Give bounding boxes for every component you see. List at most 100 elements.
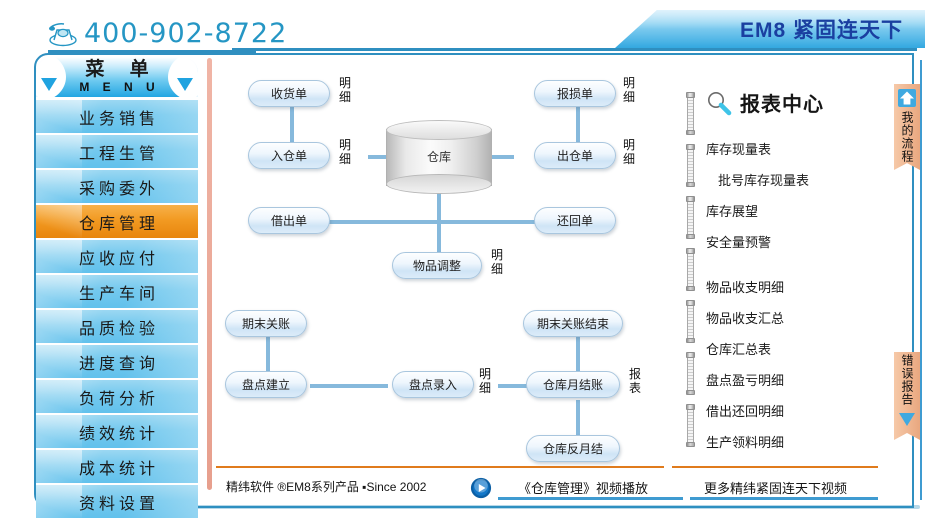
bolt-nut xyxy=(686,286,695,291)
right-tab-error-report[interactable]: 错误报告 xyxy=(894,352,920,440)
sidebar-item-1[interactable]: 工程生管 xyxy=(36,135,198,168)
bolt-icon xyxy=(686,300,695,343)
flow-node-cang-ku-fan-yue-jie[interactable]: 仓库反月结 xyxy=(526,435,620,462)
right-tab-error-report-label: 错误报告 xyxy=(900,354,914,406)
report-item-g1-0[interactable]: 库存现量表 xyxy=(706,139,886,158)
sidebar-divider xyxy=(207,58,212,490)
bolt-icon xyxy=(686,144,695,187)
app-root: 400-902-8722 EM8 紧固连天下 菜 单 M E N U 业务销售工… xyxy=(0,0,925,529)
flow-node-wu-pin-tiao-zheng[interactable]: 物品调整 xyxy=(392,252,482,279)
sidebar-item-2[interactable]: 采购委外 xyxy=(36,170,198,203)
detail-label-ru-cang-dan: 明细 xyxy=(338,138,351,166)
bolt-shank xyxy=(687,202,694,234)
sidebar-item-label: 成本统计 xyxy=(78,460,159,478)
flow-node-pan-dian-jian-li[interactable]: 盘点建立 xyxy=(225,371,307,398)
sidebar-item-8[interactable]: 负荷分析 xyxy=(36,380,198,413)
flow-diagram: 仓库 收货单 入仓单 报损单 出仓单 借出单 还回单 物品调整 期末关账 期末关… xyxy=(220,60,682,462)
detail-label-pan-dian-lu-ru: 明细 xyxy=(478,367,491,395)
sidebar-item-7[interactable]: 进度查询 xyxy=(36,345,198,378)
sidebar-item-4[interactable]: 应收应付 xyxy=(36,240,198,273)
report-item-g2-5[interactable]: 生产领料明细 xyxy=(706,432,886,451)
footer-rule-right xyxy=(672,466,878,468)
video-play-link[interactable]: 《仓库管理》视频播放 xyxy=(518,478,648,497)
connector-yuejie-fanyuejie xyxy=(576,400,580,438)
bolt-nut xyxy=(686,182,695,187)
bolt-shank xyxy=(687,254,694,286)
right-tab-my-flow[interactable]: 我的流程 xyxy=(894,84,920,170)
cylinder-label: 仓库 xyxy=(426,150,451,164)
bolt-shank xyxy=(687,150,694,182)
sidebar-header-en: M E N U xyxy=(79,80,160,94)
sidebar-header: 菜 单 M E N U xyxy=(36,57,198,97)
footer-rule-left xyxy=(216,466,664,468)
bolt-icon xyxy=(686,248,695,291)
detail-label-chu-cang-dan: 明细 xyxy=(622,138,635,166)
flow-node-qi-mo-guan-zhang-jie-shu[interactable]: 期末关账结束 xyxy=(523,310,623,337)
sidebar-header-text: 菜 单 M E N U xyxy=(36,57,198,94)
flow-node-huan-hui-dan[interactable]: 还回单 xyxy=(534,207,616,234)
cylinder-top xyxy=(386,120,492,140)
sidebar-item-label: 生产车间 xyxy=(78,285,159,303)
brand-banner: EM8 紧固连天下 xyxy=(615,10,925,48)
sidebar-item-label: 采购委外 xyxy=(78,180,159,198)
sidebar-menu-list: 业务销售工程生管采购委外仓库管理 应收应付生产车间品质检验进度查询负荷分析绩效统计… xyxy=(36,100,198,518)
banner-title: EM8 紧固连天下 xyxy=(739,19,903,42)
report-list-gap xyxy=(706,263,886,277)
bolt-nut xyxy=(686,234,695,239)
sidebar-item-5[interactable]: 生产车间 xyxy=(36,275,198,308)
connector-luru-yuejiezhang xyxy=(498,384,528,388)
more-videos-link-underline xyxy=(690,497,878,500)
report-item-g1-2[interactable]: 库存展望 xyxy=(706,201,886,220)
cylinder-bottom xyxy=(386,174,492,194)
database-cylinder-icon: 仓库 xyxy=(386,120,492,194)
sidebar-item-3[interactable]: 仓库管理 xyxy=(36,205,198,238)
bolt-icon xyxy=(686,92,695,135)
connector-pandianjianli-luru xyxy=(310,384,388,388)
sidebar-item-label: 进度查询 xyxy=(78,355,159,373)
footer-copyright: 精纬软件 ®EM8系列产品 ▪Since 2002 xyxy=(226,480,427,494)
report-item-g2-4[interactable]: 借出还回明细 xyxy=(706,401,886,420)
sidebar-item-label: 资料设置 xyxy=(78,495,159,513)
sidebar-item-9[interactable]: 绩效统计 xyxy=(36,415,198,448)
video-play-link-underline xyxy=(498,497,683,500)
banner-rule xyxy=(232,48,917,51)
flow-node-shou-huo-dan[interactable]: 收货单 xyxy=(248,80,330,107)
report-item-g1-3[interactable]: 安全量预警 xyxy=(706,232,886,251)
flow-node-bao-sun-dan[interactable]: 报损单 xyxy=(534,80,616,107)
bolt-icon xyxy=(686,404,695,447)
connector-guanzhangjieshu-yuejie xyxy=(576,337,580,375)
bolt-shank xyxy=(687,306,694,338)
sidebar-item-0[interactable]: 业务销售 xyxy=(36,100,198,133)
bolt-shank xyxy=(687,98,694,130)
play-button-icon[interactable] xyxy=(470,477,492,499)
connector-qimo-pandian xyxy=(266,337,270,375)
sidebar-item-6[interactable]: 品质检验 xyxy=(36,310,198,343)
report-item-g2-1[interactable]: 物品收支汇总 xyxy=(706,308,886,327)
flow-node-pan-dian-lu-ru[interactable]: 盘点录入 xyxy=(392,371,474,398)
report-list-group2: 物品收支明细 物品收支汇总 仓库汇总表盘点盈亏明细 借出还回明细 生产领料明细 xyxy=(706,277,886,451)
right-edge-rule xyxy=(920,60,922,500)
sidebar-item-label: 品质检验 xyxy=(78,320,159,338)
report-list-group1: 库存现量表批号库存现量表 库存展望安全量预警 xyxy=(706,139,886,251)
bolt-shank xyxy=(687,358,694,390)
sidebar-item-label: 工程生管 xyxy=(78,145,159,163)
flow-node-ru-cang-dan[interactable]: 入仓单 xyxy=(248,142,330,169)
phone-contact: 400-902-8722 xyxy=(48,20,287,47)
report-item-g1-1[interactable]: 批号库存现量表 xyxy=(706,170,886,189)
bolt-nut xyxy=(686,130,695,135)
sidebar-item-11[interactable]: 资料设置 xyxy=(36,485,198,518)
more-videos-link[interactable]: 更多精纬紧固连天下视频 xyxy=(704,478,847,497)
report-item-g2-3[interactable]: 盘点盈亏明细 xyxy=(706,370,886,389)
detail-label-bao-sun-dan: 明细 xyxy=(622,76,635,104)
right-tab-my-flow-label: 我的流程 xyxy=(900,111,914,163)
report-item-g2-0[interactable]: 物品收支明细 xyxy=(706,277,886,296)
flow-node-chu-cang-dan[interactable]: 出仓单 xyxy=(534,142,616,169)
flow-node-cang-ku-yue-jie-zhang[interactable]: 仓库月结账 xyxy=(526,371,620,398)
bolt-icon xyxy=(686,196,695,239)
sidebar-item-10[interactable]: 成本统计 xyxy=(36,450,198,483)
report-item-g2-2[interactable]: 仓库汇总表 xyxy=(706,339,886,358)
flow-node-qi-mo-guan-zhang[interactable]: 期末关账 xyxy=(225,310,307,337)
sidebar-item-label: 绩效统计 xyxy=(78,425,159,443)
sidebar-item-label: 负荷分析 xyxy=(78,390,159,408)
flow-node-jie-chu-dan[interactable]: 借出单 xyxy=(248,207,330,234)
